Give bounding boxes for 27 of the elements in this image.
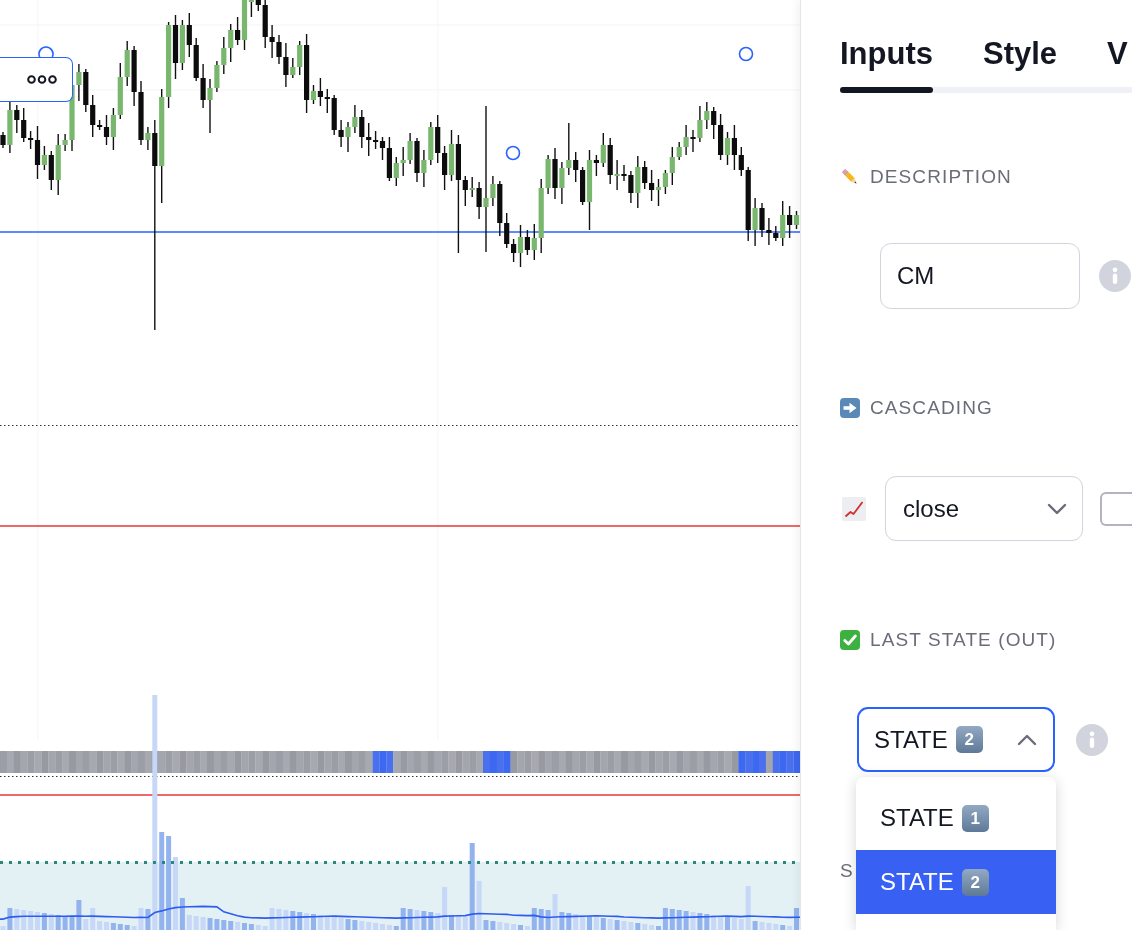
- chevron-up-icon: [1017, 733, 1037, 746]
- tab[interactable]: V: [1107, 36, 1128, 93]
- rising-chart-icon: [842, 496, 866, 521]
- dropdown-option[interactable]: STATE 2: [856, 850, 1056, 914]
- state-select[interactable]: STATE 2: [857, 707, 1055, 772]
- section-label: LAST STATE (OUT): [870, 629, 1057, 651]
- section-label: DESCRIPTION: [870, 166, 1012, 188]
- tab[interactable]: Style: [983, 36, 1058, 93]
- source-select[interactable]: close: [885, 476, 1083, 541]
- number-keycap: 2: [955, 726, 983, 753]
- tab[interactable]: Inputs: [840, 36, 933, 93]
- checkmark-icon: [840, 630, 860, 650]
- number-keycap: 2: [961, 868, 989, 896]
- info-icon[interactable]: [1076, 723, 1108, 756]
- text-field[interactable]: CM: [880, 243, 1080, 309]
- ring-marker-icon: [738, 46, 754, 62]
- chevron-down-icon: [1047, 502, 1067, 515]
- section-label: S: [840, 860, 854, 882]
- info-icon[interactable]: [1099, 260, 1131, 292]
- more-button[interactable]: [0, 57, 73, 102]
- more-icon: [27, 75, 57, 84]
- section-label: CASCADING: [870, 397, 993, 419]
- dropdown-option[interactable]: STATE 1: [856, 786, 1056, 850]
- ring-marker-icon: [38, 46, 54, 58]
- input-field[interactable]: [1100, 491, 1132, 526]
- ring-marker-icon: [505, 145, 521, 161]
- number-keycap: 1: [961, 804, 989, 832]
